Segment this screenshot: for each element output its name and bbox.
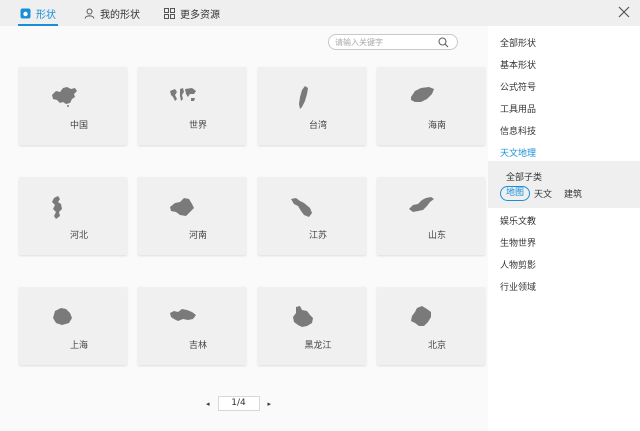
world-map-icon	[168, 85, 198, 107]
card-label: 河南	[138, 228, 246, 241]
shape-card-shanghai[interactable]: 上海	[19, 287, 127, 365]
category-formula-symbols[interactable]: 公式符号	[500, 80, 536, 93]
tab-more-resources[interactable]: 更多资源	[164, 0, 220, 26]
category-astronomy-geography[interactable]: 天文地理	[500, 146, 536, 159]
shape-card-jilin[interactable]: 吉林	[138, 287, 246, 365]
tab-label: 我的形状	[100, 6, 140, 21]
close-icon[interactable]	[618, 6, 630, 18]
tab-bar: 形状 我的形状 更多资源	[0, 0, 640, 26]
user-icon	[84, 8, 95, 19]
shandong-map-icon	[407, 195, 437, 217]
hainan-map-icon	[407, 85, 437, 107]
card-label: 吉林	[138, 338, 246, 351]
card-label: 山东	[377, 228, 485, 241]
page-indicator[interactable]: 1/4	[218, 396, 260, 411]
tab-label: 更多资源	[180, 6, 220, 21]
category-biology[interactable]: 生物世界	[500, 236, 536, 249]
tab-my-shapes[interactable]: 我的形状	[84, 0, 140, 26]
card-label: 世界	[138, 118, 246, 131]
card-label: 北京	[377, 338, 485, 351]
subcategory-panel: 全部子类 地图 天文 建筑	[488, 161, 640, 208]
next-page-button[interactable]: ▸	[268, 400, 272, 408]
henan-map-icon	[168, 195, 198, 219]
card-label: 海南	[377, 118, 485, 131]
tab-shapes[interactable]: 形状	[20, 0, 56, 26]
card-label: 河北	[19, 228, 127, 241]
category-basic-shapes[interactable]: 基本形状	[500, 58, 536, 71]
category-info-tech[interactable]: 信息科技	[500, 124, 536, 137]
jilin-map-icon	[168, 305, 198, 327]
shape-card-shandong[interactable]: 山东	[377, 177, 485, 255]
category-industry[interactable]: 行业领域	[500, 280, 536, 293]
china-map-icon	[49, 85, 79, 107]
pagination: ◂ 1/4 ▸	[206, 396, 271, 411]
shape-card-henan[interactable]: 河南	[138, 177, 246, 255]
beijing-map-icon	[407, 305, 437, 331]
jiangsu-map-icon	[288, 195, 318, 219]
shape-card-china[interactable]: 中国	[19, 67, 127, 145]
category-sidebar: 全部形状 基本形状 公式符号 工具用品 信息科技 天文地理 全部子类 地图 天文…	[488, 26, 640, 431]
card-label: 江苏	[258, 228, 366, 241]
card-label: 黑龙江	[258, 338, 366, 351]
shapes-tab-icon	[20, 8, 31, 19]
shape-card-hebei[interactable]: 河北	[19, 177, 127, 255]
hebei-map-icon	[49, 195, 79, 221]
category-all-shapes[interactable]: 全部形状	[500, 36, 536, 49]
subcategory-architecture[interactable]: 建筑	[564, 187, 582, 200]
shape-card-beijing[interactable]: 北京	[377, 287, 485, 365]
shape-card-taiwan[interactable]: 台湾	[258, 67, 366, 145]
category-tools[interactable]: 工具用品	[500, 102, 536, 115]
subcategory-astronomy[interactable]: 天文	[534, 187, 552, 200]
card-label: 台湾	[258, 118, 366, 131]
grid-icon	[164, 8, 175, 19]
shape-card-heilongjiang[interactable]: 黑龙江	[258, 287, 366, 365]
subcategory-all[interactable]: 全部子类	[506, 170, 542, 183]
tab-label: 形状	[36, 6, 56, 21]
shape-card-jiangsu[interactable]: 江苏	[258, 177, 366, 255]
card-label: 中国	[19, 118, 127, 131]
category-entertainment-education[interactable]: 娱乐文教	[500, 214, 536, 227]
taiwan-map-icon	[288, 85, 318, 111]
search-input[interactable]	[335, 36, 435, 48]
subcategory-map[interactable]: 地图	[500, 186, 530, 201]
shape-card-world[interactable]: 世界	[138, 67, 246, 145]
search-box[interactable]	[328, 34, 458, 50]
prev-page-button[interactable]: ◂	[206, 400, 210, 408]
heilongjiang-map-icon	[288, 305, 318, 331]
card-label: 上海	[19, 338, 127, 351]
category-silhouettes[interactable]: 人物剪影	[500, 258, 536, 271]
shape-gallery: 中国 世界 台湾 海南 河北 河南 江苏 山东 上海 吉林 黑龙江	[0, 26, 488, 431]
shanghai-map-icon	[49, 305, 79, 329]
search-icon[interactable]	[438, 37, 449, 51]
shape-card-hainan[interactable]: 海南	[377, 67, 485, 145]
